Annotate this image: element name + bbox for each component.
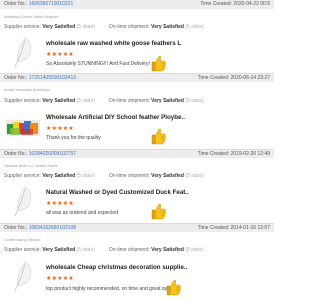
- feather-icon[interactable]: [5, 258, 41, 294]
- product-title[interactable]: wholesale raw washed white goose feather…: [46, 40, 181, 47]
- order-number-link[interactable]: 10284026009102757: [29, 151, 76, 157]
- buyer-name: Conell Salarg Lebanon: [4, 238, 41, 242]
- time-created: Time Created: 2014-01-16 12:07: [197, 225, 270, 231]
- order-number-link[interactable]: 10834162660102108: [29, 225, 76, 231]
- order-number: Order No.: 10284026009102757: [4, 151, 77, 157]
- thumbs-up-icon: [150, 202, 166, 220]
- review-comment: top product highly recommended, on time …: [46, 286, 177, 292]
- colored-feathers-icon[interactable]: [5, 110, 41, 146]
- buyer-name: Gewicke Bruin LLC United States: [4, 164, 58, 168]
- feather-icon[interactable]: [5, 183, 41, 219]
- order-number: Order No.: 1606366710010221: [4, 1, 74, 7]
- order-number: Order No.: 17251405500103413: [4, 75, 77, 81]
- thumbs-up-icon: [150, 127, 166, 145]
- satisfaction-row: Supplier service: Very Satisfied (5 star…: [4, 24, 204, 30]
- order-info-bar: Order No.: 10834162660102108 Time Create…: [0, 223, 274, 232]
- buyer-name: Almahera Cornes United Kingdom: [4, 15, 59, 19]
- order-number-link[interactable]: 1606366710010221: [29, 1, 74, 7]
- time-created: Time Created: 2020-06-14 23:27: [197, 75, 270, 81]
- thumbs-up-icon: [150, 54, 166, 72]
- product-title[interactable]: Wholesale Artificial DIY School feather …: [46, 114, 185, 121]
- product-title[interactable]: Natural Washed or Dyed Customized Duck F…: [46, 189, 189, 196]
- rating-stars: ★★★★★: [46, 52, 74, 58]
- time-created: Time Created: 2019-02-20 12:49: [197, 151, 270, 157]
- review-comment: all was as ordered and expected: [46, 210, 118, 216]
- order-info-bar: Order No.: 1606366710010221 Time Created…: [0, 0, 274, 9]
- satisfaction-row: Supplier service: Very Satisfied (5 star…: [4, 247, 204, 253]
- rating-stars: ★★★★★: [46, 126, 74, 132]
- rating-stars: ★★★★★: [46, 201, 74, 207]
- feather-icon[interactable]: [5, 34, 41, 70]
- review-comment: Thank you for the quality: [46, 135, 101, 141]
- time-created: Time Created: 2020-04-22 00:5: [200, 1, 270, 7]
- order-info-bar: Order No.: 10284026009102757 Time Create…: [0, 149, 274, 158]
- buyer-name: Ismael Inmaculez Azerbaijan: [4, 88, 50, 92]
- review-comment: So Absolutely STUNNING!!! And Fast Deliv…: [46, 61, 150, 67]
- order-info-bar: Order No.: 17251405500103413 Time Create…: [0, 73, 274, 82]
- order-number: Order No.: 10834162660102108: [4, 225, 77, 231]
- product-title[interactable]: wholesale Cheap christmas decoration sup…: [46, 264, 187, 271]
- order-number-link[interactable]: 17251405500103413: [29, 75, 76, 81]
- satisfaction-row: Supplier service: Very Satisfied (5 star…: [4, 98, 204, 104]
- rating-stars: ★★★★★: [46, 276, 74, 282]
- thumbs-up-icon: [165, 278, 181, 296]
- satisfaction-row: Supplier service: Very Satisfied (5 star…: [4, 173, 204, 179]
